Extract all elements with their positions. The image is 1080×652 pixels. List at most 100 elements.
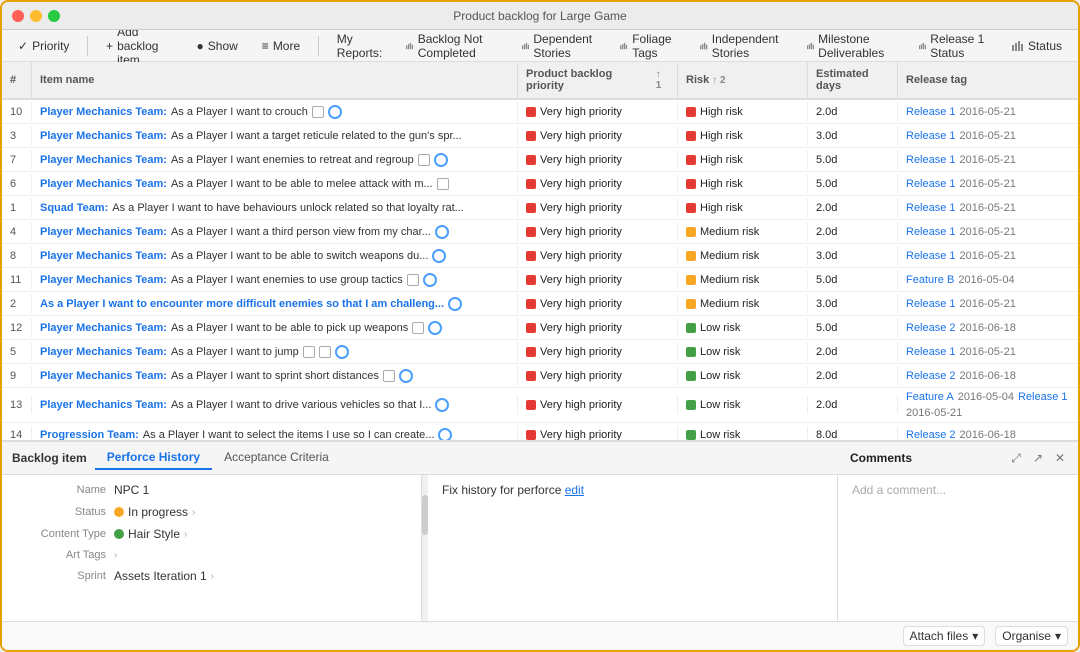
priority-dot — [526, 179, 536, 189]
independent-stories-button[interactable]: Independent Stories — [694, 30, 789, 62]
row-item-name: Player Mechanics Team: As a Player I wan… — [32, 395, 518, 415]
item-checkbox[interactable] — [383, 370, 395, 382]
item-tag-icon[interactable] — [328, 105, 342, 119]
row-release: Release 1 2016-05-21 — [898, 295, 1078, 313]
tab-acceptance[interactable]: Acceptance Criteria — [212, 446, 341, 470]
item-tag-icon[interactable] — [434, 153, 448, 167]
item-tag-icon[interactable] — [438, 428, 452, 441]
milestone-deliverables-button[interactable]: Milestone Deliverables — [801, 30, 901, 62]
table-row[interactable]: 4 Player Mechanics Team: As a Player I w… — [2, 220, 1078, 244]
dependent-stories-button[interactable]: Dependent Stories — [516, 30, 603, 62]
row-risk: Low risk — [678, 426, 808, 441]
attach-files-button[interactable]: Attach files ▾ — [903, 626, 986, 646]
item-tag-icon[interactable] — [335, 345, 349, 359]
external-link-icon[interactable]: ↗ — [1030, 450, 1046, 466]
row-num: 9 — [2, 367, 32, 385]
plus-icon: + — [106, 39, 113, 53]
item-tag-icon[interactable] — [399, 369, 413, 383]
item-checkbox[interactable] — [418, 154, 430, 166]
table-row[interactable]: 14 Progression Team: As a Player I want … — [2, 423, 1078, 440]
table-row[interactable]: 7 Player Mechanics Team: As a Player I w… — [2, 148, 1078, 172]
close-panel-icon[interactable]: ✕ — [1052, 450, 1068, 466]
item-checkbox[interactable] — [407, 274, 419, 286]
sort-priority-icon: ↑ 1 — [656, 69, 669, 91]
bottom-content: Name NPC 1 Status In progress › — [2, 475, 1078, 621]
row-release: Release 1 2016-05-21 — [898, 127, 1078, 145]
detail-value-art-tags[interactable]: › — [114, 550, 407, 561]
table-area[interactable]: # Item name Product backlog priority ↑ 1… — [2, 62, 1078, 440]
item-checkbox[interactable] — [412, 322, 424, 334]
table-row[interactable]: 3 Player Mechanics Team: As a Player I w… — [2, 124, 1078, 148]
item-checkbox[interactable] — [303, 346, 315, 358]
table-row[interactable]: 13 Player Mechanics Team: As a Player I … — [2, 388, 1078, 423]
maximize-button[interactable] — [48, 10, 60, 22]
status-button[interactable]: Status — [1006, 37, 1068, 55]
table-row[interactable]: 10 Player Mechanics Team: As a Player I … — [2, 100, 1078, 124]
row-release: Release 2 2016-06-18 — [898, 367, 1078, 385]
item-tag-icon[interactable] — [448, 297, 462, 311]
row-item-name: Player Mechanics Team: As a Player I wan… — [32, 102, 518, 122]
close-button[interactable] — [12, 10, 24, 22]
titlebar: Product backlog for Large Game — [2, 2, 1078, 30]
window-title: Product backlog for Large Game — [453, 9, 626, 23]
row-priority: Very high priority — [518, 367, 678, 385]
priority-dot — [526, 251, 536, 261]
more-button[interactable]: ≡ More — [256, 37, 306, 55]
table-row[interactable]: 9 Player Mechanics Team: As a Player I w… — [2, 364, 1078, 388]
row-num: 1 — [2, 199, 32, 217]
detail-value-content-type[interactable]: Hair Style › — [114, 527, 407, 541]
detail-value-sprint[interactable]: Assets Iteration 1 › — [114, 569, 407, 583]
table-row[interactable]: 8 Player Mechanics Team: As a Player I w… — [2, 244, 1078, 268]
toolbar: ✓ Priority + Add backlog item ● Show ≡ M… — [2, 30, 1078, 62]
bar-chart-icon — [406, 41, 414, 51]
priority-toolbar-item[interactable]: ✓ Priority — [12, 37, 75, 55]
row-priority: Very high priority — [518, 343, 678, 361]
table-row[interactable]: 11 Player Mechanics Team: As a Player I … — [2, 268, 1078, 292]
row-risk: Medium risk — [678, 223, 808, 241]
row-risk: High risk — [678, 127, 808, 145]
row-priority: Very high priority — [518, 199, 678, 217]
table-row[interactable]: 5 Player Mechanics Team: As a Player I w… — [2, 340, 1078, 364]
row-item-name: Player Mechanics Team: As a Player I wan… — [32, 342, 518, 362]
chevron-down-icon-2: ▾ — [1055, 629, 1061, 643]
row-days: 5.0d — [808, 319, 898, 337]
release-1-status-button[interactable]: Release 1 Status — [913, 30, 994, 62]
add-comment-field[interactable]: Add a comment... — [852, 483, 1064, 497]
tab-perforce[interactable]: Perforce History — [95, 446, 212, 470]
detail-value-status[interactable]: In progress › — [114, 505, 407, 519]
circle-icon: ● — [197, 39, 204, 53]
row-item-name: As a Player I want to encounter more dif… — [32, 294, 518, 314]
minimize-button[interactable] — [30, 10, 42, 22]
table-row[interactable]: 1 Squad Team: As a Player I want to have… — [2, 196, 1078, 220]
row-item-name: Player Mechanics Team: As a Player I wan… — [32, 270, 518, 290]
foliage-tags-button[interactable]: Foliage Tags — [614, 30, 681, 62]
row-num: 12 — [2, 319, 32, 337]
table-row[interactable]: 6 Player Mechanics Team: As a Player I w… — [2, 172, 1078, 196]
chevron-right-icon-3: › — [114, 550, 117, 561]
expand-icon[interactable]: ⤢ — [1008, 450, 1024, 466]
main-area: # Item name Product backlog priority ↑ 1… — [2, 62, 1078, 650]
detail-label-content-type: Content Type — [16, 528, 106, 540]
row-release: Release 1 2016-05-21 — [898, 175, 1078, 193]
row-release: Release 2 2016-06-18 — [898, 319, 1078, 337]
show-button[interactable]: ● Show — [191, 37, 244, 55]
table-row[interactable]: 12 Player Mechanics Team: As a Player I … — [2, 316, 1078, 340]
col-header-risk[interactable]: Risk ↑ 2 — [678, 62, 808, 98]
item-tag-icon[interactable] — [435, 398, 449, 412]
item-tag-icon[interactable] — [432, 249, 446, 263]
row-release: Feature B 2016-05-04 — [898, 271, 1078, 289]
table-row[interactable]: 2 As a Player I want to encounter more d… — [2, 292, 1078, 316]
row-risk: High risk — [678, 151, 808, 169]
item-tag-icon[interactable] — [435, 225, 449, 239]
item-checkbox[interactable] — [437, 178, 449, 190]
item-tag-icon[interactable] — [428, 321, 442, 335]
perforce-edit-link[interactable]: edit — [565, 483, 584, 497]
risk-dot — [686, 227, 696, 237]
item-tag-icon[interactable] — [423, 273, 437, 287]
organise-button[interactable]: Organise ▾ — [995, 626, 1068, 646]
backlog-not-completed-button[interactable]: Backlog Not Completed — [400, 30, 504, 62]
item-checkbox-2[interactable] — [319, 346, 331, 358]
item-checkbox[interactable] — [312, 106, 324, 118]
risk-dot — [686, 400, 696, 410]
col-header-priority[interactable]: Product backlog priority ↑ 1 — [518, 62, 678, 98]
